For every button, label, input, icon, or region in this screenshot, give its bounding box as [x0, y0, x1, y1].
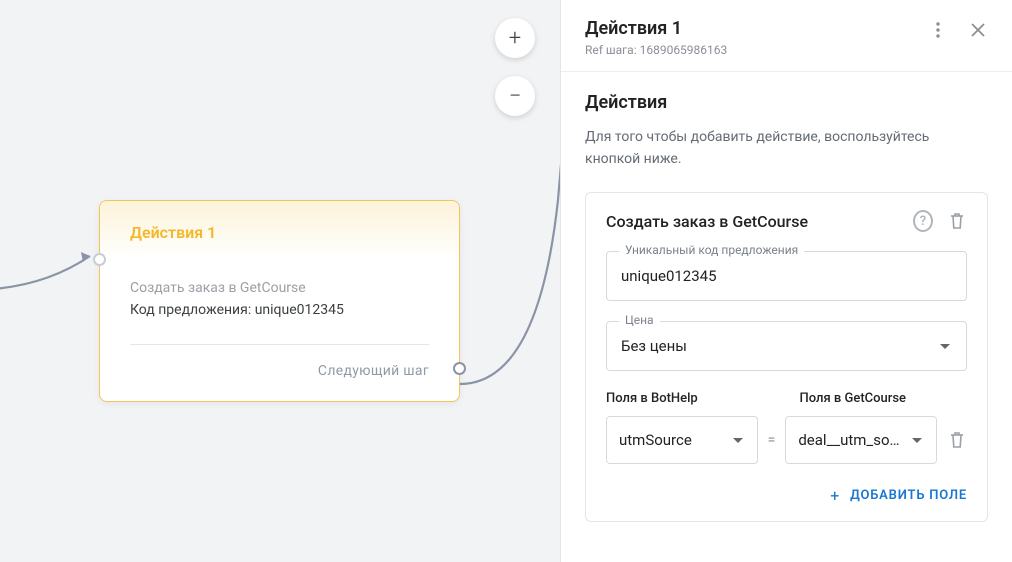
workflow-canvas[interactable]: Действия 1 Создать заказ в GetCourse Код…: [0, 0, 560, 562]
node-next-step-label: Следующий шаг: [100, 345, 459, 401]
price-label: Цена: [619, 313, 660, 327]
trash-icon: [949, 431, 965, 449]
unique-code-field[interactable]: Уникальный код предложения unique012345: [606, 251, 967, 301]
node-output-port[interactable]: [453, 362, 466, 375]
section-desc: Для того чтобы добавить действие, воспол…: [585, 127, 988, 170]
close-button[interactable]: [968, 20, 988, 40]
zoom-in-button[interactable]: +: [495, 18, 535, 58]
mapping-headers: Поля в BotHelp Поля в GetCourse: [606, 391, 967, 406]
getcourse-field-select[interactable]: deal__utm_so…: [785, 416, 937, 464]
add-field-row: + ДОБАВИТЬ ПОЛЕ: [606, 486, 967, 505]
zoom-out-button[interactable]: −: [495, 76, 535, 116]
panel-ref: Ref шага: 1689065986163: [585, 43, 916, 57]
panel-body: Действия Для того чтобы добавить действи…: [561, 72, 1012, 542]
bothelp-fields-label: Поля в BotHelp: [606, 391, 774, 406]
delete-action-button[interactable]: [947, 211, 967, 231]
getcourse-field-value: deal__utm_so…: [798, 431, 899, 449]
action-card-title: Создать заказ в GetCourse: [606, 212, 913, 231]
bothelp-field-value: utmSource: [619, 431, 692, 449]
action-card: Создать заказ в GetCourse ? Уникальный к…: [585, 192, 988, 522]
trash-icon: [949, 212, 965, 230]
help-icon: ?: [913, 210, 933, 232]
price-value: Без цены: [621, 337, 687, 355]
help-button[interactable]: ?: [913, 211, 933, 231]
panel-header: Действия 1 Ref шага: 1689065986163: [561, 0, 1012, 71]
delete-mapping-button[interactable]: [947, 430, 967, 450]
add-field-button[interactable]: + ДОБАВИТЬ ПОЛЕ: [830, 486, 967, 505]
action-node[interactable]: Действия 1 Создать заказ в GetCourse Код…: [99, 200, 460, 402]
node-action-title: Создать заказ в GetCourse: [130, 280, 429, 296]
plus-icon: +: [830, 486, 840, 505]
price-field[interactable]: Цена Без цены: [606, 321, 967, 371]
unique-code-value: unique012345: [607, 252, 966, 300]
equals-separator: =: [768, 432, 776, 448]
zoom-controls: + −: [495, 18, 535, 116]
chevron-down-icon: [940, 344, 950, 349]
mapping-row: utmSource = deal__utm_so…: [606, 416, 967, 464]
section-title: Действия: [585, 92, 988, 113]
chevron-down-icon: [733, 438, 743, 443]
add-field-label: ДОБАВИТЬ ПОЛЕ: [850, 488, 967, 503]
close-icon: [971, 23, 985, 37]
unique-code-label: Уникальный код предложения: [619, 243, 804, 257]
side-panel: Действия 1 Ref шага: 1689065986163 Дейст…: [560, 0, 1012, 562]
node-input-port[interactable]: [93, 253, 106, 266]
getcourse-fields-label: Поля в GetCourse: [800, 391, 968, 406]
node-action-detail: Код предложения: unique012345: [130, 302, 429, 318]
node-title: Действия 1: [130, 223, 429, 242]
node-body: Создать заказ в GetCourse Код предложени…: [100, 260, 459, 326]
chevron-down-icon: [912, 438, 922, 443]
more-menu-button[interactable]: [928, 20, 948, 40]
node-header: Действия 1: [100, 201, 459, 260]
bothelp-field-select[interactable]: utmSource: [606, 416, 758, 464]
panel-title: Действия 1: [585, 18, 916, 39]
kebab-icon: [936, 22, 940, 38]
action-card-header: Создать заказ в GetCourse ?: [606, 211, 967, 231]
